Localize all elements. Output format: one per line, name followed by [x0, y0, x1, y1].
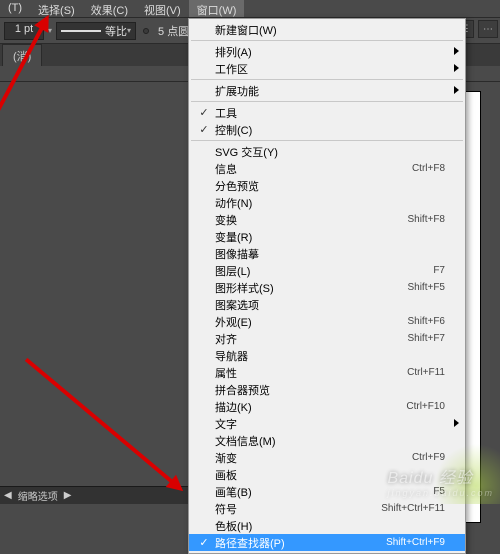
menu-item-label: 文字 [215, 416, 445, 432]
menubar: (T) 选择(S) 效果(C) 视图(V) 窗口(W) [0, 0, 500, 18]
menu-item[interactable]: ✓工具 [189, 104, 465, 121]
menu-item-label: 控制(C) [215, 122, 445, 138]
menu-item[interactable]: 分色预览 [189, 177, 465, 194]
menu-item[interactable]: 色板(H) [189, 517, 465, 534]
menu-item-label: 排列(A) [215, 44, 445, 60]
menu-item-label: 描边(K) [215, 399, 406, 415]
stroke-style-label: 等比 [105, 23, 127, 39]
status-label: 缩略选项 [18, 488, 58, 503]
menu-item-label: 对齐 [215, 331, 407, 347]
menu-item-label: 路径查找器(P) [215, 535, 386, 551]
menu-item[interactable]: 导航器 [189, 347, 465, 364]
menu-item[interactable]: 扩展功能 [189, 82, 465, 99]
menu-item-shortcut: Shift+Ctrl+F11 [381, 503, 445, 514]
menubar-item-window[interactable]: 窗口(W) [189, 0, 245, 17]
menu-item[interactable]: 变量(R) [189, 228, 465, 245]
menu-item[interactable]: 工作区 [189, 60, 465, 77]
menu-item-label: 外观(E) [215, 314, 407, 330]
chevron-down-icon: ▾ [127, 26, 131, 35]
checkmark-icon: ✓ [193, 123, 215, 136]
menu-item[interactable]: 描边(K)Ctrl+F10 [189, 398, 465, 415]
menu-item-shortcut: F7 [433, 265, 445, 276]
menu-item[interactable]: 文字 [189, 415, 465, 432]
menu-item[interactable]: 排列(A) [189, 43, 465, 60]
menubar-item-view[interactable]: 视图(V) [136, 0, 189, 17]
menu-item[interactable]: ✓控制(C) [189, 121, 465, 138]
menu-item[interactable]: 新建窗口(W) [189, 21, 465, 38]
checkmark-icon: ✓ [193, 106, 215, 119]
watermark: Baidu 经验 jingyan.baidu.com [387, 464, 494, 498]
menu-item-label: 图层(L) [215, 263, 433, 279]
menu-item-label: 图形样式(S) [215, 280, 407, 296]
menu-item-label: 文档信息(M) [215, 433, 445, 449]
menu-item[interactable]: 外观(E)Shift+F6 [189, 313, 465, 330]
chevron-left-icon[interactable]: ◀ [4, 490, 12, 501]
menu-item-label: 渐变 [215, 450, 412, 466]
menu-item[interactable]: SVG 交互(Y) [189, 143, 465, 160]
menu-item[interactable]: 图像描摹 [189, 245, 465, 262]
menu-item-label: 工具 [215, 105, 445, 121]
stroke-preview-icon [61, 30, 101, 32]
menu-separator [191, 101, 463, 102]
menubar-item-t[interactable]: (T) [0, 0, 30, 17]
submenu-arrow-icon [454, 86, 459, 94]
menu-item-label: 新建窗口(W) [215, 22, 445, 38]
menu-item-shortcut: Shift+F6 [407, 316, 445, 327]
menu-item-label: 信息 [215, 161, 412, 177]
menu-item-shortcut: Shift+F8 [407, 214, 445, 225]
menu-item-label: 动作(N) [215, 195, 445, 211]
menu-item-shortcut: Ctrl+F8 [412, 163, 445, 174]
menu-item-shortcut: Ctrl+F10 [406, 401, 445, 412]
submenu-arrow-icon [454, 64, 459, 72]
menu-item[interactable]: 信息Ctrl+F8 [189, 160, 465, 177]
menu-item-label: 色板(H) [215, 518, 445, 534]
watermark-brand: Baidu 经验 [387, 470, 472, 487]
menu-item-label: 拼合器预览 [215, 382, 445, 398]
menu-item-label: 图像描摹 [215, 246, 445, 262]
menubar-item-effects[interactable]: 效果(C) [83, 0, 136, 17]
menu-item-label: 属性 [215, 365, 407, 381]
menu-item[interactable]: 图形样式(S)Shift+F5 [189, 279, 465, 296]
menu-separator [191, 140, 463, 141]
menu-item[interactable]: 动作(N) [189, 194, 465, 211]
menu-item[interactable]: 图案选项 [189, 296, 465, 313]
menu-item-label: 变量(R) [215, 229, 445, 245]
menu-item[interactable]: 变换Shift+F8 [189, 211, 465, 228]
menu-item[interactable]: ✓路径查找器(P)Shift+Ctrl+F9 [189, 534, 465, 551]
menu-item-label: 变换 [215, 212, 407, 228]
menu-item-label: SVG 交互(Y) [215, 144, 445, 160]
menu-item-label: 分色预览 [215, 178, 445, 194]
menubar-item-select[interactable]: 选择(S) [30, 0, 83, 17]
menu-separator [191, 40, 463, 41]
menu-item-label: 图案选项 [215, 297, 445, 313]
stroke-style-dropdown[interactable]: 等比 ▾ [56, 22, 136, 40]
submenu-arrow-icon [454, 47, 459, 55]
menu-item[interactable]: 图层(L)F7 [189, 262, 465, 279]
menu-item[interactable]: 属性Ctrl+F11 [189, 364, 465, 381]
bullet-icon[interactable] [143, 28, 149, 34]
menu-item-label: 工作区 [215, 61, 445, 77]
checkmark-icon: ✓ [193, 536, 215, 549]
submenu-arrow-icon [454, 419, 459, 427]
status-bar: ◀ 缩略选项 ▶ [0, 486, 188, 504]
menu-item-shortcut: Shift+F7 [407, 333, 445, 344]
menu-item[interactable]: 拼合器预览 [189, 381, 465, 398]
menu-item-label: 扩展功能 [215, 83, 445, 99]
menu-item-shortcut: Ctrl+F11 [407, 367, 445, 378]
menu-item-label: 符号 [215, 501, 381, 517]
menu-item-shortcut: Shift+Ctrl+F9 [386, 537, 445, 548]
chevron-right-icon[interactable]: ▶ [64, 490, 72, 501]
tool-button-b[interactable]: ⋯ [478, 20, 498, 38]
menu-item-label: 导航器 [215, 348, 445, 364]
menu-item[interactable]: 对齐Shift+F7 [189, 330, 465, 347]
menu-separator [191, 79, 463, 80]
watermark-sub: jingyan.baidu.com [387, 488, 494, 498]
menu-item-shortcut: Shift+F5 [407, 282, 445, 293]
